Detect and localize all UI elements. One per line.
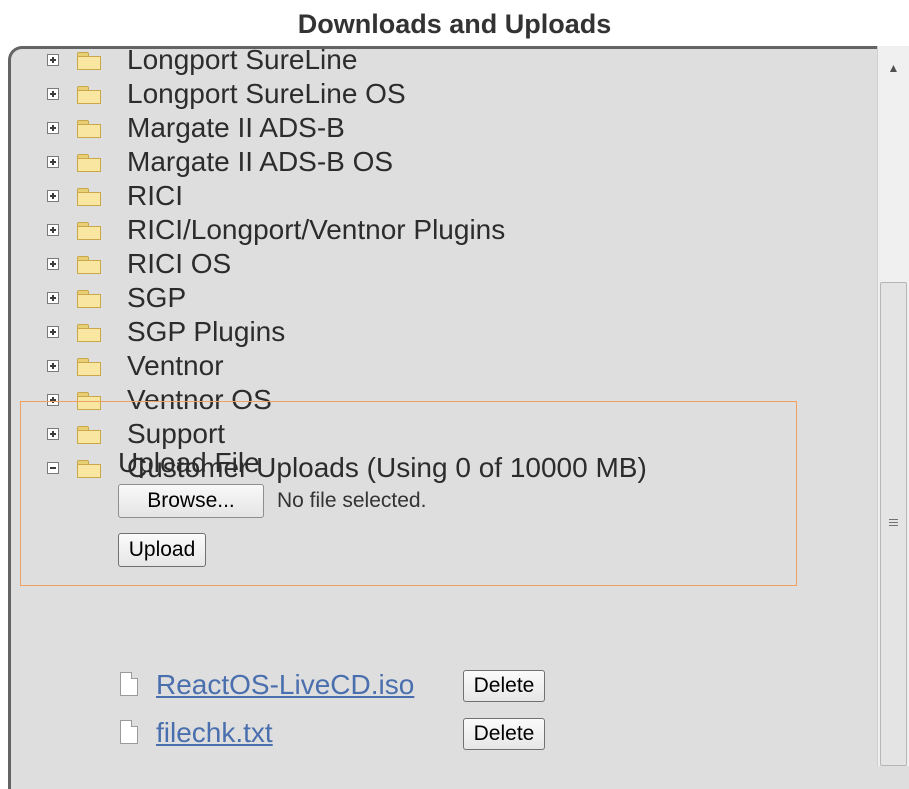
folder-icon: [77, 222, 101, 240]
tree-item-label: RICI OS: [127, 248, 232, 279]
tree-item-label: SGP: [127, 282, 187, 313]
file-item: ReactOS-LiveCD.iso Delete: [120, 668, 560, 704]
folder-icon: [77, 86, 101, 104]
tree-item-label: Margate II ADS-B: [127, 112, 345, 143]
folder-icon: [77, 256, 101, 274]
expand-icon[interactable]: [47, 224, 59, 236]
document-icon: [120, 720, 138, 744]
tree-item-label: Longport SureLine: [127, 46, 358, 75]
folder-icon: [77, 358, 101, 376]
expand-icon[interactable]: [47, 258, 59, 270]
tree-item-margate-ii-ads-b[interactable]: Margate II ADS-B: [47, 111, 887, 145]
expand-icon[interactable]: [47, 326, 59, 338]
scroll-up-arrow-icon[interactable]: ▲: [878, 46, 909, 80]
expand-icon[interactable]: [47, 156, 59, 168]
tree-item-rici-plugins[interactable]: RICI/Longport/Ventnor Plugins: [47, 213, 887, 247]
document-icon: [120, 672, 138, 696]
folder-icon: [77, 52, 101, 70]
upload-button[interactable]: Upload: [118, 533, 206, 567]
folder-icon: [77, 188, 101, 206]
tree-item-longport-sureline[interactable]: Longport SureLine: [47, 46, 887, 77]
expand-icon[interactable]: [47, 122, 59, 134]
file-item: filechk.txt Delete: [120, 716, 560, 752]
file-link[interactable]: filechk.txt: [156, 716, 273, 750]
tree-item-rici-os[interactable]: RICI OS: [47, 247, 887, 281]
tree-item-sgp-plugins[interactable]: SGP Plugins: [47, 315, 887, 349]
tree-item-rici[interactable]: RICI: [47, 179, 887, 213]
tree-item-margate-ii-ads-b-os[interactable]: Margate II ADS-B OS: [47, 145, 887, 179]
tree-item-sgp[interactable]: SGP: [47, 281, 887, 315]
folder-icon: [77, 324, 101, 342]
tree-item-label: Longport SureLine OS: [127, 78, 406, 109]
vertical-scrollbar[interactable]: ▲: [877, 46, 909, 766]
browse-button[interactable]: Browse...: [118, 484, 264, 518]
expand-icon[interactable]: [47, 360, 59, 372]
tree-item-label: RICI: [127, 180, 183, 211]
tree-item-label: RICI/Longport/Ventnor Plugins: [127, 214, 506, 245]
delete-button[interactable]: Delete: [463, 670, 545, 702]
tree-item-label: Margate II ADS-B OS: [127, 146, 394, 177]
folder-icon: [77, 290, 101, 308]
file-link[interactable]: ReactOS-LiveCD.iso: [156, 668, 414, 702]
expand-icon[interactable]: [47, 292, 59, 304]
tree-item-label: SGP Plugins: [127, 316, 286, 347]
delete-button[interactable]: Delete: [463, 718, 545, 750]
folder-icon: [77, 120, 101, 138]
expand-icon[interactable]: [47, 190, 59, 202]
folder-icon: [77, 154, 101, 172]
tree-item-label: Ventnor: [127, 350, 224, 381]
file-status-text: No file selected.: [277, 489, 427, 512]
expand-icon[interactable]: [47, 88, 59, 100]
scroll-thumb[interactable]: [880, 282, 907, 766]
expand-icon[interactable]: [47, 54, 59, 66]
tree-item-longport-sureline-os[interactable]: Longport SureLine OS: [47, 77, 887, 111]
tree-item-ventnor[interactable]: Ventnor: [47, 349, 887, 383]
page-title: Downloads and Uploads: [297, 9, 612, 39]
upload-file-label: Upload File: [118, 447, 260, 478]
